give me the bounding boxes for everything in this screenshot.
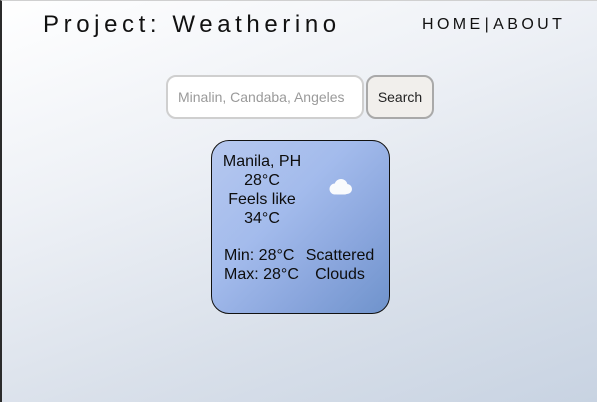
cloud-icon [329, 179, 352, 195]
min-max-temps: Min: 28°C Max: 28°C [224, 246, 299, 284]
nav-about-link[interactable]: ABOUT [493, 16, 565, 34]
app-title: Project: Weatherino [43, 11, 341, 38]
temperature-value: 28°C [244, 172, 280, 189]
feels-like-label: Feels like [228, 191, 296, 208]
top-nav: HOME | ABOUT [422, 16, 565, 34]
min-temp: Min: 28°C [224, 247, 295, 264]
max-temp: Max: 28°C [224, 266, 299, 283]
city-search-input[interactable] [166, 75, 364, 119]
search-bar: Search [166, 75, 434, 119]
weather-card: Manila, PH 28°C Feels like 34°C Min: 28°… [211, 140, 390, 314]
current-conditions: Manila, PH 28°C Feels like 34°C [212, 152, 312, 228]
condition-description: Scattered Clouds [305, 247, 375, 283]
nav-separator: | [484, 16, 493, 33]
search-button[interactable]: Search [366, 75, 434, 119]
nav-home-link[interactable]: HOME [422, 16, 484, 34]
location-label: Manila, PH [222, 153, 302, 170]
feels-like-value: 34°C [244, 210, 280, 227]
